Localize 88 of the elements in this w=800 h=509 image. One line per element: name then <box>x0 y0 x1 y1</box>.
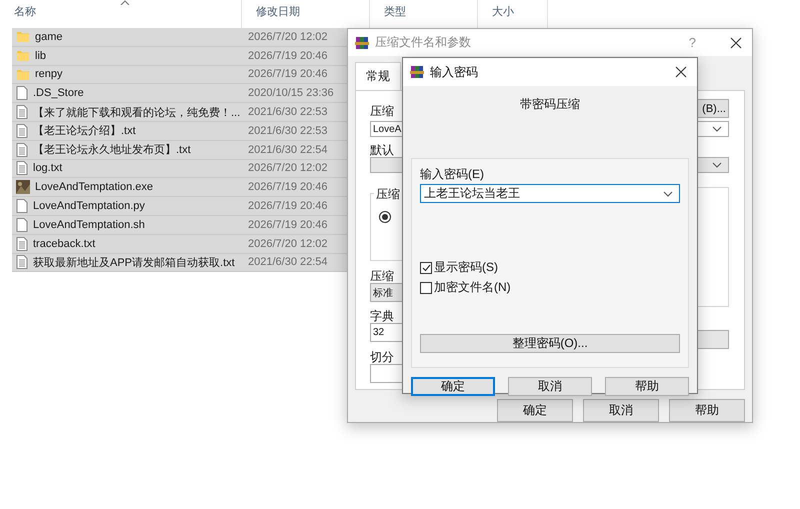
field-value: LoveA <box>373 124 402 134</box>
file-icon <box>16 199 28 214</box>
tab[interactable]: 常规 <box>355 62 401 90</box>
text-file-icon <box>16 105 28 120</box>
folder-icon <box>16 68 30 81</box>
checkbox[interactable] <box>420 282 432 294</box>
file-name: LoveAndTemptation.py <box>33 200 145 212</box>
chevron-down-icon <box>712 162 722 168</box>
field-label: 压缩 <box>370 269 395 283</box>
archive-icon <box>410 65 424 79</box>
file-name: lib <box>35 50 46 62</box>
chevron-down-icon <box>712 126 722 132</box>
file-name: .DS_Store <box>33 87 84 100</box>
file-name: traceback.txt <box>33 238 96 250</box>
file-row[interactable]: 获取最新地址及APP请发邮箱自动获取.txt 2021/6/30 22:54 <box>12 254 348 272</box>
text-file-icon <box>16 124 28 138</box>
chevron-down-icon <box>663 190 673 196</box>
modified-date: 2026/7/19 20:46 <box>247 181 329 194</box>
modified-date: 2021/6/30 22:53 <box>247 124 329 137</box>
checkbox-label: 加密文件名(N) <box>434 279 511 296</box>
dialog-button[interactable]: 确定 <box>411 377 495 396</box>
folder-icon <box>16 49 30 62</box>
text-file-icon <box>16 236 28 251</box>
file-icon <box>16 218 28 232</box>
file-row[interactable]: LoveAndTemptation.exe 2026/7/19 20:46 <box>12 178 348 198</box>
archive-icon <box>355 36 369 50</box>
modified-date: 2026/7/19 20:46 <box>247 68 329 80</box>
dialog-button[interactable]: 取消 <box>583 399 659 422</box>
password-field[interactable]: 上老王论坛当老王 <box>420 184 680 203</box>
modified-date: 2021/6/30 22:54 <box>247 144 329 156</box>
file-name: 【老王论坛介绍】.txt <box>33 124 136 138</box>
check-icon <box>422 264 430 272</box>
close-icon[interactable] <box>730 36 742 48</box>
radio-button[interactable] <box>379 211 391 223</box>
file-row[interactable]: game 2026/7/20 12:02 <box>12 28 348 47</box>
modified-date: 2026/7/20 12:02 <box>247 162 329 174</box>
file-name: log.txt <box>33 162 62 174</box>
modified-date: 2021/6/30 22:54 <box>247 256 329 268</box>
file-name: 【老王论坛永久地址发布页】.txt <box>33 142 191 158</box>
field-label: 压缩 <box>370 104 394 118</box>
checkbox[interactable] <box>420 262 432 274</box>
file-name: 【来了就能下载和观看的论坛，纯免费！... <box>33 106 240 120</box>
file-row[interactable]: renpy 2026/7/19 20:46 <box>12 66 348 84</box>
file-name: 获取最新地址及APP请发邮箱自动获取.txt <box>33 256 235 270</box>
text-file-icon <box>16 161 28 176</box>
window-title: 输入密码 <box>430 64 479 80</box>
field-label: 输入密码(E) <box>420 167 485 181</box>
checkbox-label: 显示密码(S) <box>434 259 498 276</box>
modified-date: 2021/6/30 22:53 <box>247 106 329 118</box>
file-row[interactable]: lib 2026/7/19 20:46 <box>12 46 348 66</box>
dialog-button[interactable]: 取消 <box>508 377 592 396</box>
dialog-heading: 带密码压缩 <box>519 96 581 113</box>
file-row[interactable]: traceback.txt 2026/7/20 12:02 <box>12 234 348 254</box>
app-icon <box>16 180 30 194</box>
window-title: 压缩文件名和参数 <box>375 34 472 51</box>
file-name: game <box>35 30 63 43</box>
file-name: LoveAndTemptation.sh <box>33 218 145 231</box>
modified-date: 2026/7/19 20:46 <box>247 218 329 231</box>
folder-icon <box>16 30 30 44</box>
modified-date: 2020/10/15 23:36 <box>247 87 335 100</box>
file-icon <box>16 86 28 100</box>
file-row[interactable]: LoveAndTemptation.sh 2026/7/19 20:46 <box>12 216 348 235</box>
dialog-button[interactable]: 帮助 <box>669 399 745 422</box>
file-row[interactable]: 【老王论坛永久地址发布页】.txt 2021/6/30 22:54 <box>12 140 348 160</box>
field-label: 默认 <box>370 143 395 157</box>
dialog-button[interactable]: 确定 <box>497 399 573 422</box>
sort-caret-icon <box>120 0 130 5</box>
modified-date: 2026/7/20 12:02 <box>247 238 329 250</box>
manage-passwords-button[interactable]: 整理密码(O)... <box>420 334 680 353</box>
file-row[interactable]: 【来了就能下载和观看的论坛，纯免费！... 2021/6/30 22:53 <box>12 103 348 122</box>
field-label: 切分 <box>370 350 395 364</box>
file-row[interactable]: .DS_Store 2020/10/15 23:36 <box>12 84 348 104</box>
field-value: 标准 <box>373 286 393 300</box>
modified-date: 2026/7/19 20:46 <box>247 50 329 62</box>
file-name: renpy <box>35 68 63 80</box>
dialog-button[interactable]: 帮助 <box>605 377 689 396</box>
file-name: LoveAndTemptation.exe <box>35 181 154 194</box>
modified-date: 2026/7/20 12:02 <box>247 30 329 43</box>
file-row[interactable]: 【老王论坛介绍】.txt 2021/6/30 22:53 <box>12 122 348 141</box>
field-value: 上老王论坛当老王 <box>424 185 520 202</box>
file-row[interactable]: LoveAndTemptation.py 2026/7/19 20:46 <box>12 197 348 216</box>
field-label: 字典 <box>370 309 395 323</box>
file-row[interactable]: log.txt 2026/7/20 12:02 <box>12 160 348 178</box>
field-value: 32 <box>373 327 384 338</box>
close-icon[interactable] <box>675 66 687 78</box>
text-file-icon <box>16 142 28 157</box>
modified-date: 2026/7/19 20:46 <box>247 200 329 212</box>
text-file-icon <box>16 255 28 270</box>
